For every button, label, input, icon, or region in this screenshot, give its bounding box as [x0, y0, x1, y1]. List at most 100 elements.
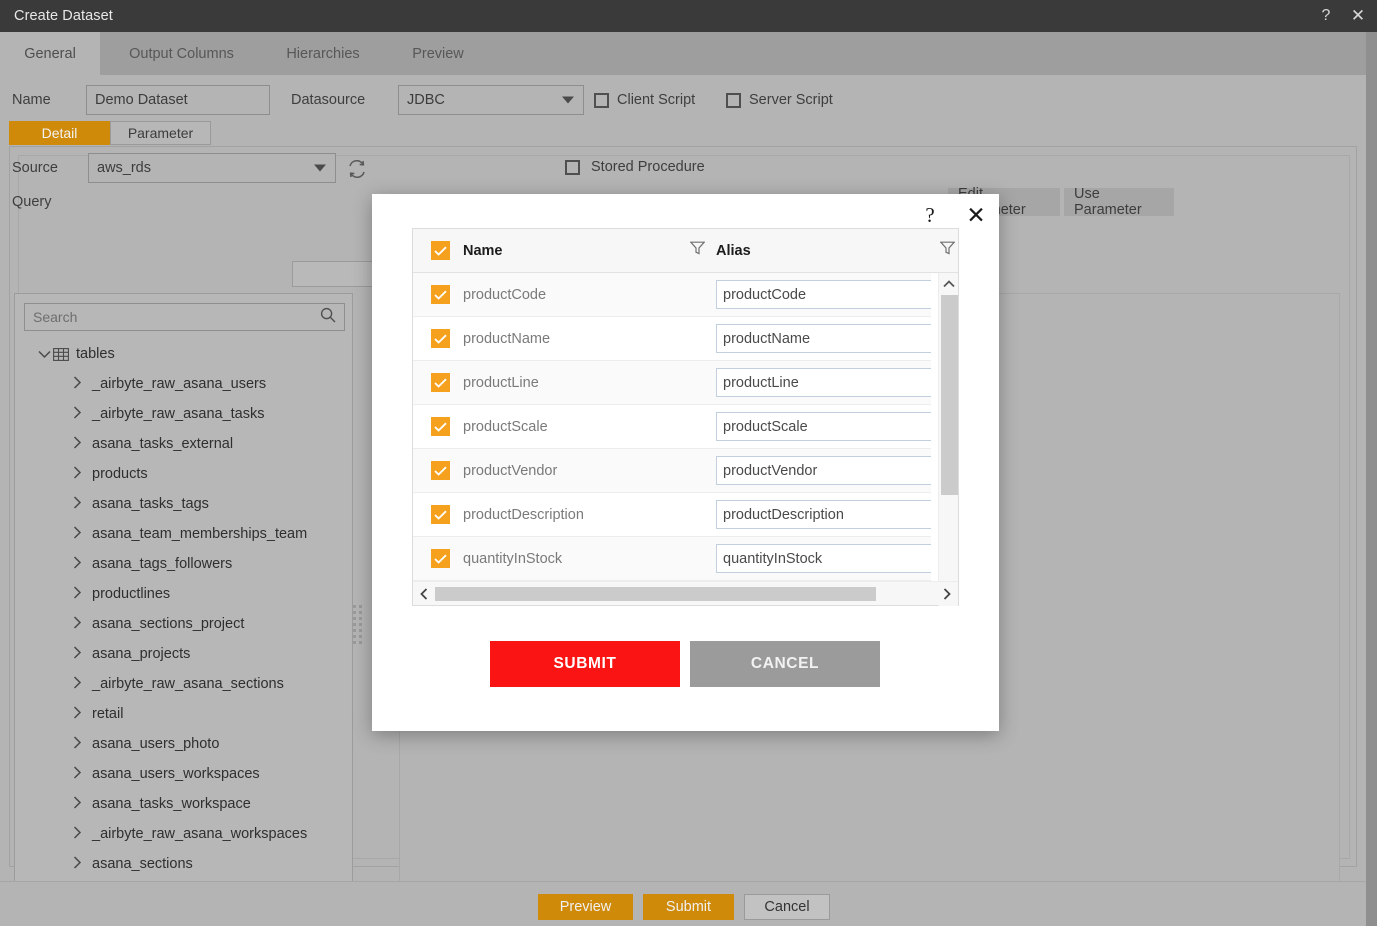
server-script-checkbox[interactable]: [726, 93, 741, 108]
stored-procedure-checkbox[interactable]: [565, 160, 580, 175]
row-checkbox[interactable]: [431, 329, 450, 348]
search-input[interactable]: Search: [24, 303, 345, 331]
tree-item[interactable]: asana_tasks_tags: [15, 489, 354, 519]
tree-item-label: asana_tasks_workspace: [92, 796, 251, 812]
chevron-right-icon[interactable]: [70, 646, 84, 662]
table-horizontal-scrollbar[interactable]: [413, 581, 958, 605]
tree-item[interactable]: asana_users_photo: [15, 729, 354, 759]
table-row[interactable]: quantityInStock quantityInStock: [413, 537, 931, 581]
tree-item[interactable]: _airbyte_raw_asana_sections: [15, 669, 354, 699]
chevron-right-icon[interactable]: [70, 766, 84, 782]
dialog-close-icon[interactable]: ✕: [953, 194, 999, 236]
tree-root-label: tables: [76, 346, 115, 362]
chevron-right-icon[interactable]: [70, 706, 84, 722]
row-alias-input[interactable]: productName: [716, 324, 931, 353]
chevron-right-icon[interactable]: [70, 856, 84, 872]
tree-item[interactable]: asana_sections: [15, 849, 354, 879]
tree-item[interactable]: _airbyte_raw_asana_workspaces: [15, 819, 354, 849]
chevron-down-icon[interactable]: [37, 347, 51, 362]
tab-general[interactable]: General: [0, 32, 100, 75]
tree-item[interactable]: retail: [15, 699, 354, 729]
tree-item[interactable]: _airbyte_raw_asana_tasks: [15, 399, 354, 429]
row-checkbox[interactable]: [431, 549, 450, 568]
footer-button-bar: Preview Submit Cancel: [0, 881, 1366, 926]
chevron-right-icon[interactable]: [70, 796, 84, 812]
row-checkbox[interactable]: [431, 461, 450, 480]
table-row[interactable]: productDescription productDescription: [413, 493, 931, 537]
chevron-right-icon[interactable]: [70, 406, 84, 422]
chevron-right-icon[interactable]: [70, 556, 84, 572]
row-alias-input[interactable]: productScale: [716, 412, 931, 441]
chevron-right-icon[interactable]: [70, 736, 84, 752]
chevron-right-icon[interactable]: [70, 496, 84, 512]
table-row[interactable]: productVendor productVendor: [413, 449, 931, 493]
row-alias-input[interactable]: quantityInStock: [716, 544, 931, 573]
preview-button[interactable]: Preview: [538, 894, 633, 920]
row-alias-input[interactable]: productDescription: [716, 500, 931, 529]
tree-item[interactable]: asana_tasks_workspace: [15, 789, 354, 819]
scroll-right-icon[interactable]: [936, 582, 958, 606]
chevron-right-icon[interactable]: [70, 526, 84, 542]
table-row[interactable]: productCode productCode: [413, 273, 931, 317]
scroll-up-icon[interactable]: [939, 273, 959, 295]
row-checkbox[interactable]: [431, 505, 450, 524]
table-row[interactable]: productScale productScale: [413, 405, 931, 449]
tree-root-tables[interactable]: tables: [15, 339, 354, 369]
tree-item[interactable]: asana_tags_followers: [15, 549, 354, 579]
name-filter-icon[interactable]: [689, 241, 706, 260]
table-row[interactable]: productName productName: [413, 317, 931, 361]
scrollbar-track-horizontal[interactable]: [435, 586, 936, 601]
panel-splitter-handle[interactable]: [352, 595, 362, 653]
dataset-name-input[interactable]: Demo Dataset: [86, 85, 270, 115]
dialog-submit-button[interactable]: SUBMIT: [490, 641, 680, 687]
tree-item-label: productlines: [92, 586, 171, 602]
row-checkbox[interactable]: [431, 285, 450, 304]
chevron-right-icon[interactable]: [70, 676, 84, 692]
tree-item-label: _airbyte_raw_asana_users: [92, 376, 267, 392]
row-alias-input[interactable]: productCode: [716, 280, 931, 309]
tree-item[interactable]: products: [15, 459, 354, 489]
tree-list: tables _airbyte_raw_asana_users _airbyte_…: [15, 339, 354, 926]
row-alias-input[interactable]: productVendor: [716, 456, 931, 485]
chevron-right-icon[interactable]: [70, 466, 84, 482]
row-alias-input[interactable]: productLine: [716, 368, 931, 397]
cancel-button[interactable]: Cancel: [744, 894, 830, 920]
row-checkbox[interactable]: [431, 373, 450, 392]
help-icon[interactable]: ?: [1309, 0, 1343, 32]
submit-button[interactable]: Submit: [643, 894, 734, 920]
search-icon[interactable]: [320, 307, 336, 328]
chevron-right-icon[interactable]: [70, 376, 84, 392]
subtab-detail[interactable]: Detail: [9, 121, 110, 145]
client-script-checkbox[interactable]: [594, 93, 609, 108]
tree-item[interactable]: asana_tasks_external: [15, 429, 354, 459]
datasource-select[interactable]: JDBC: [398, 85, 584, 115]
chevron-right-icon[interactable]: [70, 826, 84, 842]
table-row[interactable]: productLine productLine: [413, 361, 931, 405]
dialog-cancel-button[interactable]: CANCEL: [690, 641, 880, 687]
table-vertical-scrollbar[interactable]: [938, 273, 958, 606]
tab-preview[interactable]: Preview: [383, 32, 493, 75]
chevron-right-icon[interactable]: [70, 436, 84, 452]
chevron-right-icon[interactable]: [70, 616, 84, 632]
select-all-checkbox[interactable]: [431, 241, 450, 260]
scrollbar-thumb-vertical[interactable]: [941, 295, 958, 495]
scroll-left-icon[interactable]: [413, 582, 435, 606]
tree-item[interactable]: asana_sections_project: [15, 609, 354, 639]
tree-item[interactable]: _airbyte_raw_asana_users: [15, 369, 354, 399]
tab-hierarchies[interactable]: Hierarchies: [263, 32, 383, 75]
chevron-right-icon[interactable]: [70, 586, 84, 602]
tree-item[interactable]: asana_projects: [15, 639, 354, 669]
subtab-parameter[interactable]: Parameter: [110, 121, 211, 145]
tree-item[interactable]: productlines: [15, 579, 354, 609]
tree-item[interactable]: asana_users_workspaces: [15, 759, 354, 789]
tree-item[interactable]: asana_team_memberships_team: [15, 519, 354, 549]
row-name: productDescription: [463, 506, 584, 523]
close-icon[interactable]: ✕: [1343, 0, 1377, 32]
alias-filter-icon[interactable]: [939, 241, 956, 260]
source-select[interactable]: aws_rds: [88, 153, 336, 183]
scrollbar-thumb-horizontal[interactable]: [435, 586, 876, 601]
row-checkbox[interactable]: [431, 417, 450, 436]
refresh-icon[interactable]: [347, 159, 367, 183]
use-parameter-button[interactable]: Use Parameter: [1064, 186, 1174, 218]
tab-output-columns[interactable]: Output Columns: [100, 32, 263, 75]
